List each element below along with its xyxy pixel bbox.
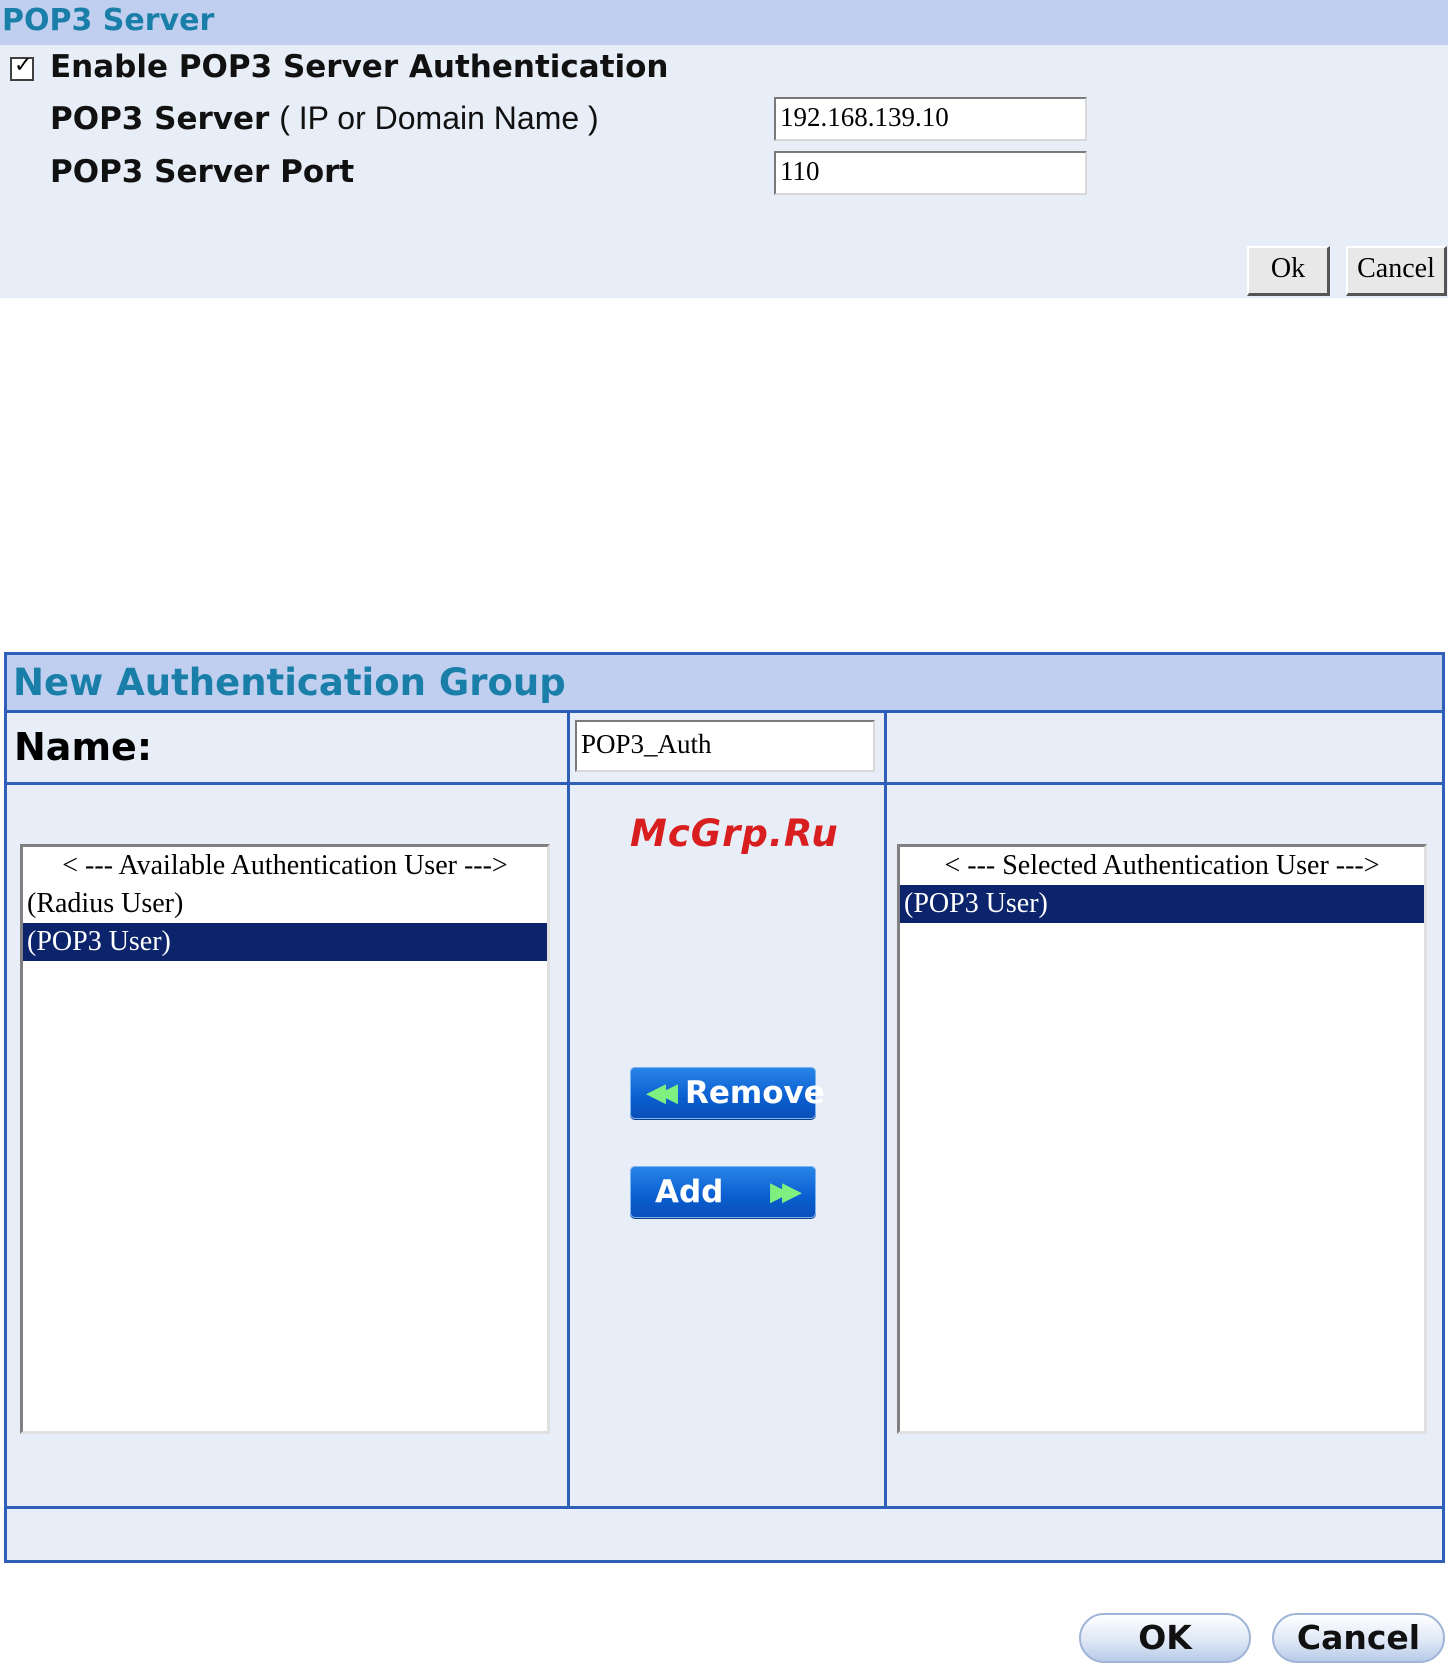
watermark-text: McGrp.Ru <box>630 812 839 855</box>
pop3-server-panel: POP3 Server ✓ Enable POP3 Server Authent… <box>0 0 1448 298</box>
grid-divider <box>884 782 887 1506</box>
footer-ok-button[interactable]: OK <box>1079 1613 1251 1663</box>
enable-pop3-checkbox[interactable]: ✓ <box>10 53 34 81</box>
pop3-server-label: POP3 Server <box>50 101 270 137</box>
pop3-server-label-row: POP3 Server ( IP or Domain Name ) <box>50 99 599 138</box>
pop3-panel-header: POP3 Server <box>0 0 1448 45</box>
grid-divider <box>7 1506 1442 1509</box>
grid-divider <box>567 782 570 1506</box>
pop3-ok-button[interactable]: Ok <box>1247 246 1330 296</box>
pop3-port-input[interactable]: 110 <box>774 151 1087 195</box>
double-chevron-left-icon: ◀◀ <box>646 1078 678 1108</box>
add-button-label: Add <box>655 1174 724 1210</box>
pop3-server-input[interactable]: 192.168.139.10 <box>774 97 1087 141</box>
pop3-panel-title: POP3 Server <box>2 3 215 38</box>
remove-button[interactable]: ◀◀ Remove <box>630 1067 825 1119</box>
selected-users-header: < --- Selected Authentication User ---> <box>944 850 1380 881</box>
grid-divider <box>567 713 570 782</box>
list-item-selected[interactable]: (POP3 User) <box>900 885 1424 923</box>
pop3-cancel-button[interactable]: Cancel <box>1346 246 1447 296</box>
available-users-header: < --- Available Authentication User ---> <box>62 850 508 881</box>
auth-group-header: New Authentication Group <box>7 655 1442 713</box>
list-item[interactable]: (Radius User) <box>23 885 547 923</box>
add-button[interactable]: Add ▶▶ <box>630 1166 816 1218</box>
enable-pop3-label: Enable POP3 Server Authentication <box>50 49 669 85</box>
selected-users-listbox[interactable]: < --- Selected Authentication User ---> … <box>897 844 1427 1434</box>
remove-button-label: Remove <box>685 1075 825 1111</box>
pop3-port-label: POP3 Server Port <box>50 154 355 190</box>
double-chevron-right-icon: ▶▶ <box>770 1177 802 1207</box>
group-name-input[interactable]: POP3_Auth <box>575 720 875 772</box>
pop3-server-hint: ( IP or Domain Name ) <box>279 100 599 136</box>
list-item-selected[interactable]: (POP3 User) <box>23 923 547 961</box>
available-users-listbox[interactable]: < --- Available Authentication User --->… <box>20 844 550 1434</box>
checkmark-icon: ✓ <box>14 53 33 78</box>
grid-divider <box>7 782 1442 785</box>
grid-divider <box>884 713 887 782</box>
group-name-label: Name: <box>14 725 153 769</box>
footer-cancel-button[interactable]: Cancel <box>1272 1613 1445 1663</box>
auth-group-title: New Authentication Group <box>13 661 566 704</box>
